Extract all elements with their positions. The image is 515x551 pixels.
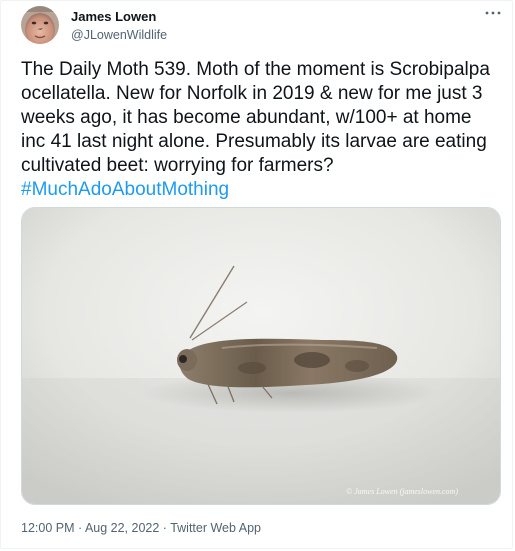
tweet-date[interactable]: Aug 22, 2022 <box>85 521 159 535</box>
author-name[interactable]: James Lowen <box>71 9 156 24</box>
tweet-media-photo[interactable]: © James Lowen (jameslowen.com) <box>21 207 501 505</box>
author-handle[interactable]: @JLowenWildlife <box>71 28 167 42</box>
tweet-source: Twitter Web App <box>170 521 261 535</box>
meta-separator: · <box>74 521 85 535</box>
avatar-image <box>21 6 59 44</box>
avatar[interactable] <box>21 6 59 44</box>
photo-watermark: © James Lowen (jameslowen.com) <box>346 487 458 496</box>
meta-separator: · <box>159 521 171 535</box>
more-horizontal-icon <box>485 11 501 15</box>
tweet-metadata: 12:00 PM · Aug 22, 2022 · Twitter Web Ap… <box>21 521 261 535</box>
hashtag-link[interactable]: #MuchAdoAboutMothing <box>21 179 229 200</box>
tweet-time[interactable]: 12:00 PM <box>21 521 75 535</box>
tweet-text: The Daily Moth 539. Moth of the moment i… <box>21 58 499 202</box>
tweet-body: The Daily Moth 539. Moth of the moment i… <box>21 59 490 176</box>
tweet-card: James Lowen @JLowenWildlife The Daily Mo… <box>0 0 513 549</box>
more-options-button[interactable] <box>483 3 503 23</box>
moth-photo <box>22 208 500 504</box>
